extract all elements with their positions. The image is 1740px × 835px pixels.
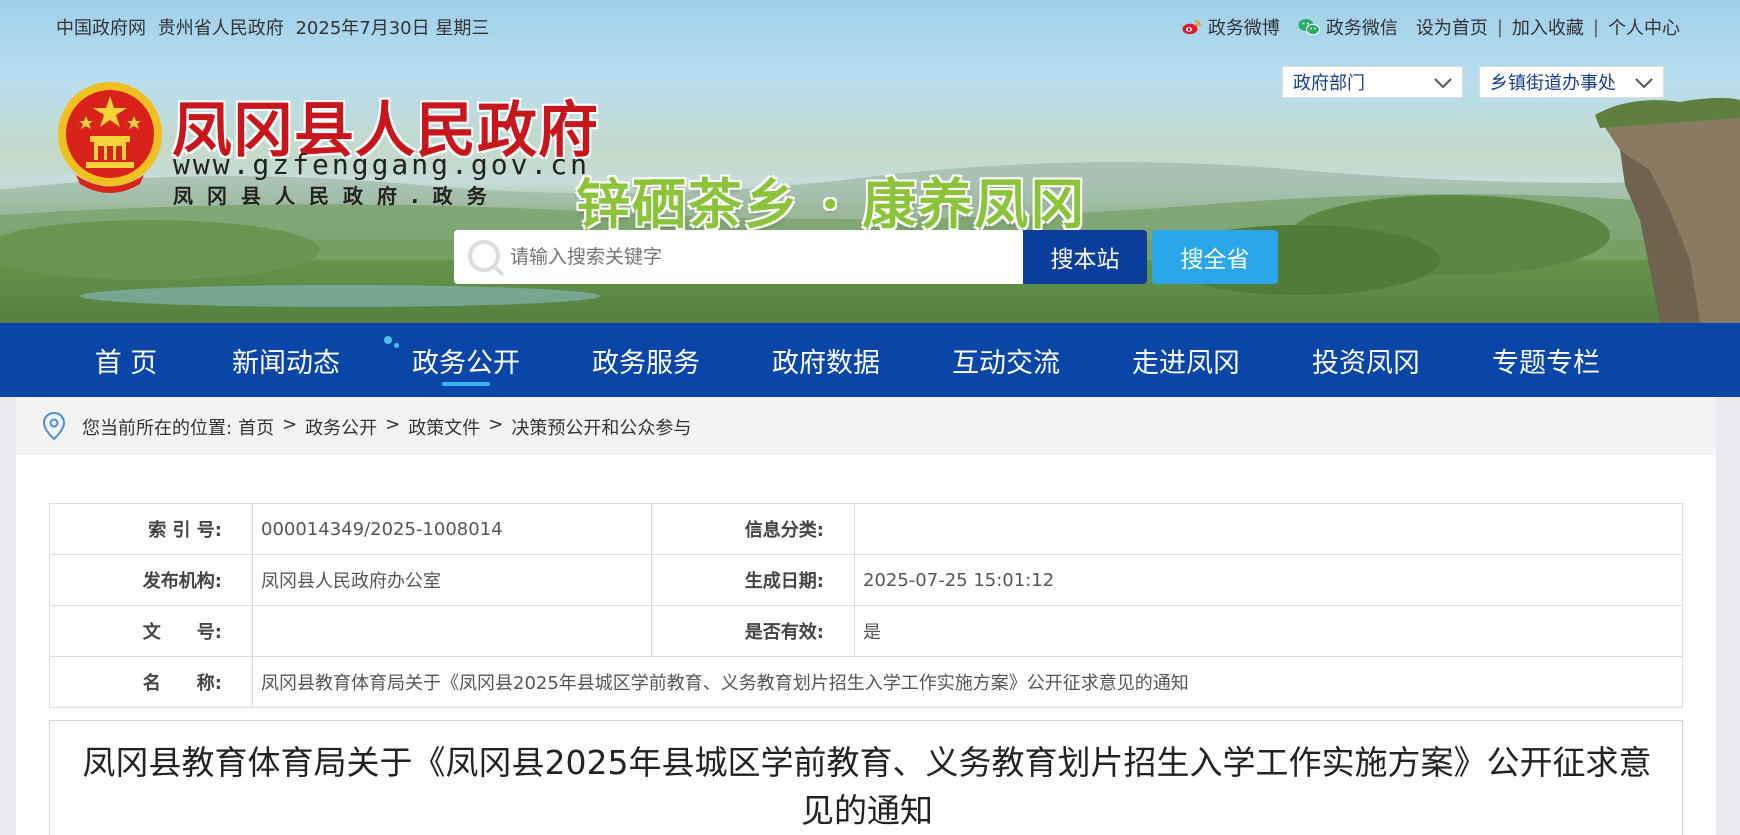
site-url: www.gzfenggang.gov.cn <box>173 148 591 181</box>
page-margin-left <box>0 397 16 835</box>
main-nav: 首 页 新闻动态 政务公开 政务服务 政府数据 互动交流 走进凤冈 投资凤冈 专… <box>0 323 1740 397</box>
breadcrumb-separator: > <box>282 414 298 435</box>
slogan: 锌硒茶乡 · 康养凤冈 <box>576 172 1087 236</box>
valid-label: 是否有效: <box>651 605 855 657</box>
wechat-link[interactable]: 政务微信 <box>1298 14 1398 40</box>
nav-label: 政务服务 <box>592 347 700 379</box>
table-row: 发布机构: 凤冈县人民政府办公室 生成日期: 2025-07-25 15:01:… <box>49 554 1683 606</box>
nav-label: 投资凤冈 <box>1312 347 1420 379</box>
date-value: 2025-07-25 15:01:12 <box>854 554 1683 606</box>
chevron-down-icon <box>1434 78 1452 89</box>
publisher-value: 凤冈县人民政府办公室 <box>252 554 652 606</box>
search-icon <box>468 240 505 277</box>
link-gov-cn[interactable]: 中国政府网 <box>56 18 146 39</box>
index-label: 索 引 号: <box>49 503 253 555</box>
nav-home[interactable]: 首 页 <box>56 323 196 397</box>
nav-about-fenggang[interactable]: 走进凤冈 <box>1096 323 1276 397</box>
date-label: 生成日期: <box>651 554 855 606</box>
content-panel: 索 引 号: 000014349/2025-1008014 信息分类: 发布机构… <box>16 455 1716 835</box>
nav-label: 专题专栏 <box>1492 347 1600 379</box>
breadcrumb-path: 您当前所在的位置: 首页 > 政务公开 > 政策文件 > 决策预公开和公众参与 <box>82 414 691 440</box>
docno-label: 文 号: <box>49 605 253 657</box>
active-underline <box>442 382 490 386</box>
breadcrumb-separator: > <box>488 414 504 435</box>
dept-select-value: 政府部门 <box>1293 73 1365 94</box>
search-province-button[interactable]: 搜全省 <box>1152 230 1278 284</box>
category-value <box>854 503 1683 555</box>
town-select-value: 乡镇街道办事处 <box>1490 73 1616 94</box>
name-label: 名 称: <box>49 656 253 708</box>
add-favorite-link[interactable]: 加入收藏 <box>1512 14 1584 40</box>
table-row: 文 号: 是否有效: 是 <box>49 605 1683 657</box>
topbar-right: 政务微博 政务微信 设为首页 | 加入收藏 | 个人中心 <box>1182 14 1680 40</box>
set-homepage-link[interactable]: 设为首页 <box>1416 14 1488 40</box>
document-meta-table: 索 引 号: 000014349/2025-1008014 信息分类: 发布机构… <box>49 503 1683 708</box>
personal-center-link[interactable]: 个人中心 <box>1608 14 1680 40</box>
active-dot <box>384 336 392 344</box>
header-banner: 中国政府网 贵州省人民政府 2025年7月30日 星期三 政务微博 政务微信 设 <box>0 0 1740 323</box>
weibo-link[interactable]: 政务微博 <box>1182 14 1280 40</box>
valid-value: 是 <box>854 605 1683 657</box>
dept-select[interactable]: 政府部门 <box>1282 66 1463 98</box>
index-value: 000014349/2025-1008014 <box>252 503 652 555</box>
site-subtitle: 凤冈县人民政府.政务 <box>173 184 501 208</box>
location-pin-icon <box>42 411 66 441</box>
breadcrumb-policy-docs[interactable]: 政策文件 <box>408 414 480 440</box>
nav-label: 政府数据 <box>772 347 880 379</box>
nav-label: 走进凤冈 <box>1132 347 1240 379</box>
nav-gov-data[interactable]: 政府数据 <box>736 323 916 397</box>
nav-label: 政务公开 <box>412 347 520 379</box>
chevron-down-icon <box>1635 78 1653 89</box>
wechat-icon <box>1298 19 1320 36</box>
breadcrumb-home[interactable]: 首页 <box>238 414 274 440</box>
active-dot <box>394 343 399 348</box>
nav-news[interactable]: 新闻动态 <box>196 323 376 397</box>
breadcrumb-current[interactable]: 决策预公开和公众参与 <box>511 414 691 440</box>
table-row: 索 引 号: 000014349/2025-1008014 信息分类: <box>49 503 1683 555</box>
nav-special-topics[interactable]: 专题专栏 <box>1456 323 1636 397</box>
weibo-label: 政务微博 <box>1207 18 1280 39</box>
nav-gov-services[interactable]: 政务服务 <box>556 323 736 397</box>
breadcrumb-separator: > <box>385 414 401 435</box>
current-date: 2025年7月30日 星期三 <box>295 18 490 39</box>
nav-invest-fenggang[interactable]: 投资凤冈 <box>1276 323 1456 397</box>
docno-value <box>252 605 652 657</box>
search-input[interactable] <box>510 242 1010 272</box>
nav-interaction[interactable]: 互动交流 <box>916 323 1096 397</box>
wechat-label: 政务微信 <box>1325 18 1398 39</box>
divider: | <box>1496 16 1503 38</box>
breadcrumb: 您当前所在的位置: 首页 > 政务公开 > 政策文件 > 决策预公开和公众参与 <box>16 397 1716 455</box>
link-guizhou-gov[interactable]: 贵州省人民政府 <box>158 18 284 39</box>
category-label: 信息分类: <box>651 503 855 555</box>
nav-label: 互动交流 <box>952 347 1060 379</box>
article-title: 凤冈县教育体育局关于《凤冈县2025年县城区学前教育、义务教育划片招生入学工作实… <box>82 743 1652 830</box>
table-row: 名 称: 凤冈县教育体育局关于《凤冈县2025年县城区学前教育、义务教育划片招生… <box>49 656 1683 708</box>
weibo-icon <box>1182 20 1201 35</box>
article-box: 凤冈县教育体育局关于《凤冈县2025年县城区学前教育、义务教育划片招生入学工作实… <box>49 720 1683 835</box>
town-select[interactable]: 乡镇街道办事处 <box>1479 66 1664 98</box>
nav-gov-affairs-open[interactable]: 政务公开 <box>376 323 556 397</box>
breadcrumb-gov-open[interactable]: 政务公开 <box>305 414 377 440</box>
nav-label: 新闻动态 <box>232 347 340 379</box>
search-box <box>454 230 1024 284</box>
breadcrumb-prefix: 您当前所在的位置: <box>82 418 233 439</box>
name-value: 凤冈县教育体育局关于《凤冈县2025年县城区学前教育、义务教育划片招生入学工作实… <box>252 656 1683 708</box>
divider: | <box>1592 16 1599 38</box>
topbar-left: 中国政府网 贵州省人民政府 2025年7月30日 星期三 <box>56 14 495 40</box>
national-emblem-icon <box>58 82 162 193</box>
publisher-label: 发布机构: <box>49 554 253 606</box>
page-margin-right <box>1716 397 1740 835</box>
search-site-button[interactable]: 搜本站 <box>1023 230 1147 284</box>
nav-label: 首 页 <box>94 347 158 379</box>
